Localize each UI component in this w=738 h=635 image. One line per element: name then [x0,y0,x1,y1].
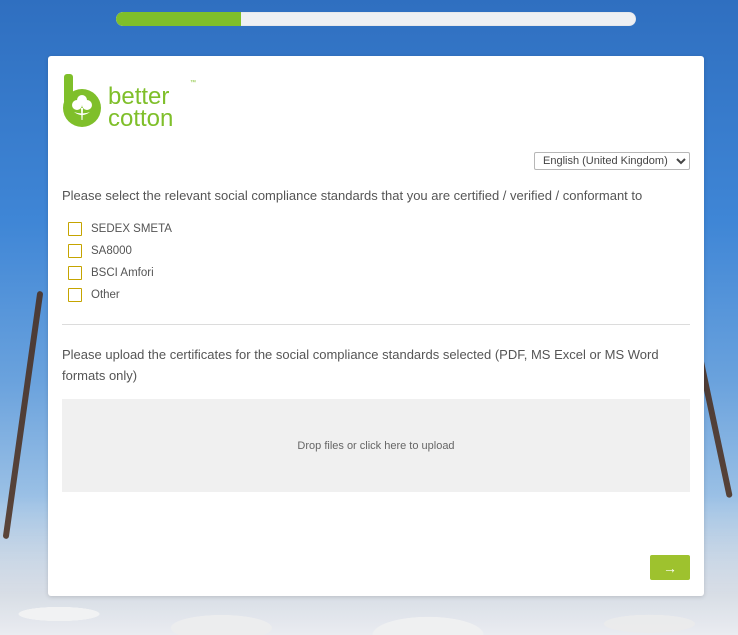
dropzone-label: Drop files or click here to upload [297,439,455,452]
standards-options: SEDEX SMETA SA8000 BSCI Amfori Other [68,218,172,306]
language-select[interactable]: English (United Kingdom) [534,152,690,170]
option-bsci-amfori[interactable]: BSCI Amfori [68,262,172,284]
better-cotton-logo: better cotton ™ [63,74,196,130]
option-sa8000[interactable]: SA8000 [68,240,172,262]
standards-question: Please select the relevant social compli… [62,188,643,203]
progress-bar [116,12,636,26]
progress-bar-fill [116,12,241,26]
arrow-right-icon: → [663,559,677,576]
option-label: Other [91,289,120,301]
option-label: SA8000 [91,245,132,257]
option-label: BSCI Amfori [91,267,154,279]
file-upload-dropzone[interactable]: Drop files or click here to upload [62,399,690,492]
svg-text:cotton: cotton [108,105,173,130]
checkbox[interactable] [68,244,82,258]
option-other[interactable]: Other [68,284,172,306]
next-button[interactable]: → [650,555,690,580]
svg-text:™: ™ [190,79,196,86]
section-divider [62,324,690,325]
checkbox[interactable] [68,288,82,302]
checkbox[interactable] [68,266,82,280]
option-sedex-smeta[interactable]: SEDEX SMETA [68,218,172,240]
checkbox[interactable] [68,222,82,236]
option-label: SEDEX SMETA [91,223,172,235]
upload-question: Please upload the certificates for the s… [62,347,659,383]
form-card: better cotton ™ English (United Kingdom)… [48,56,704,596]
